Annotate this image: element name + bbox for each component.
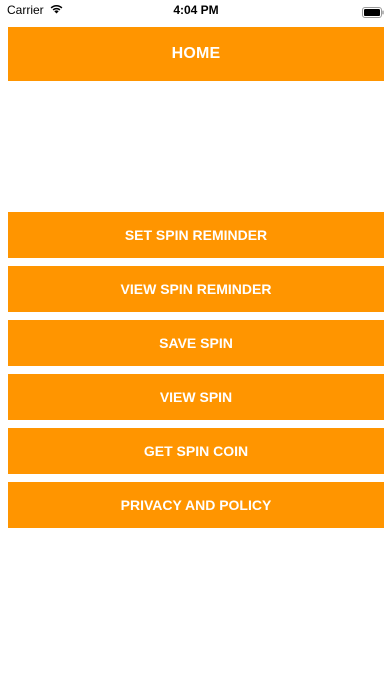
main-menu: SET SPIN REMINDER VIEW SPIN REMINDER SAV… [8,212,384,536]
battery-icon [362,5,384,18]
view-spin-button[interactable]: VIEW SPIN [8,374,384,420]
status-bar: Carrier 4:04 PM [0,0,392,22]
save-spin-button[interactable]: SAVE SPIN [8,320,384,366]
get-spin-coin-button[interactable]: GET SPIN COIN [8,428,384,474]
page-title: HOME [8,27,384,81]
privacy-and-policy-button[interactable]: PRIVACY AND POLICY [8,482,384,528]
set-spin-reminder-button[interactable]: SET SPIN REMINDER [8,212,384,258]
view-spin-reminder-button[interactable]: VIEW SPIN REMINDER [8,266,384,312]
status-time: 4:04 PM [173,3,219,17]
